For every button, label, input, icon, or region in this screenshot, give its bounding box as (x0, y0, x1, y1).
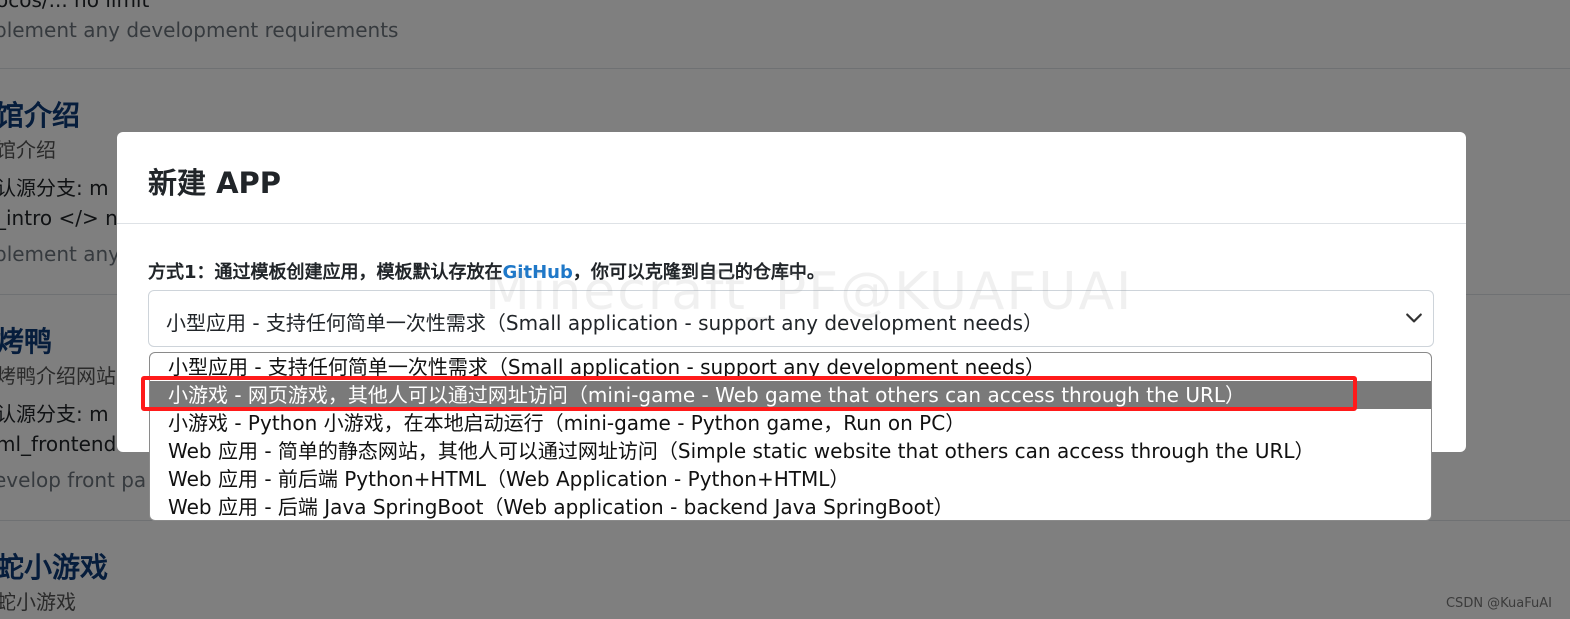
chevron-down-icon (1406, 313, 1422, 323)
dropdown-option-selected[interactable]: 小游戏 - 网页游戏，其他人可以通过网址访问（mini-game - Web g… (150, 381, 1431, 409)
watermark: Minecraft_PF@KUAFUAI (485, 262, 1134, 322)
modal-header: 新建 APP (117, 132, 1466, 224)
dropdown-option[interactable]: Web 应用 - 简单的静态网站，其他人可以通过网址访问（Simple stat… (150, 437, 1431, 465)
method-label-text: 方式1：通过模板创建应用，模板默认存放在 (148, 262, 503, 283)
dropdown-option[interactable]: 小游戏 - Python 小游戏，在本地启动运行（mini-game - Pyt… (150, 409, 1431, 437)
dropdown-option[interactable]: Web 应用 - 后端 Java SpringBoot（Web applicat… (150, 493, 1431, 520)
modal-title: 新建 APP (148, 166, 282, 200)
template-dropdown-list: 小型应用 - 支持任何简单一次性需求（Small application - s… (149, 352, 1432, 521)
credit-text: CSDN @KuaFuAI (1445, 596, 1552, 611)
dropdown-option[interactable]: 小型应用 - 支持任何简单一次性需求（Small application - s… (150, 353, 1431, 381)
dropdown-option[interactable]: Web 应用 - 前后端 Python+HTML（Web Application… (150, 465, 1431, 493)
